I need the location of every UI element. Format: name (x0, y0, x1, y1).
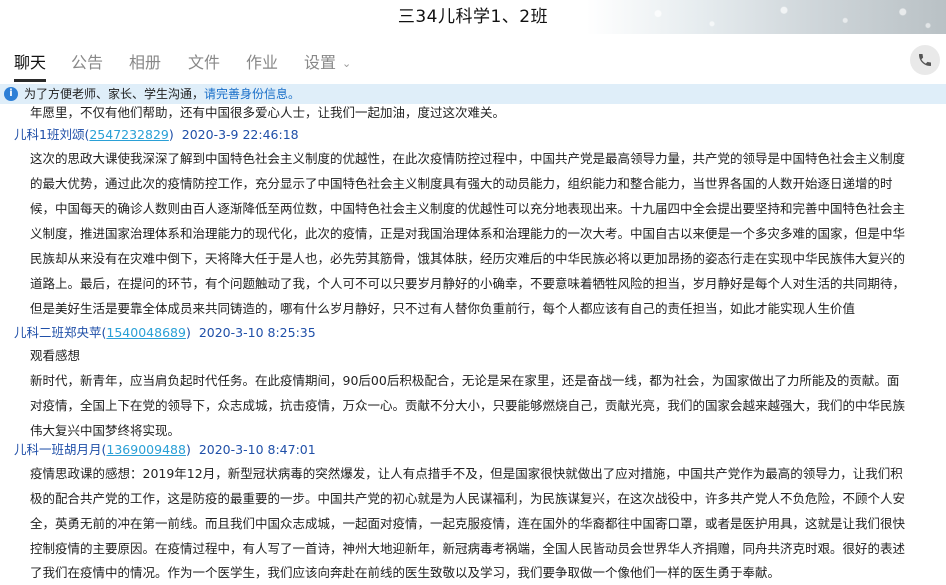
message-sender: 儿科一班胡月月(1369009488) 2020-3-10 8:47:01 (14, 442, 316, 457)
message-time: 2020-3-9 22:46:18 (181, 127, 299, 142)
message-text-line: 观看感想 (30, 348, 81, 363)
phone-icon (919, 54, 931, 66)
message-text-line: 新时代，新青年，应当肩负起时代任务。在此疫情期间，90后00后积极配合，无论是呆… (30, 373, 900, 388)
message-time: 2020-3-10 8:25:35 (198, 325, 316, 340)
tab-bar: 聊天 公告 相册 文件 作业 设置 ⌄ (0, 34, 946, 84)
message-sender: 儿科二班郑央苹(1540048689) 2020-3-10 8:25:35 (14, 325, 316, 340)
sender-qq-link[interactable]: 1540048689 (106, 325, 186, 340)
message-text-line: 控制疫情的主要原因。在疫情过程中，有人写了一首诗，神州大地迎新年，新冠病毒考祸端… (30, 541, 906, 556)
tab-label: 公告 (71, 53, 104, 72)
message-text-line: 候，中国每天的确诊人数则由百人逐渐降低至两位数，中国特色社会主义制度的优越性可以… (30, 201, 906, 216)
message-text-line: 了我们在疫情中的情况。作为一个医学生，我们应该向奔赴在前线的医生致敬以及学习，我… (30, 565, 781, 580)
window-title: 三34儿科学1、2班 (397, 7, 549, 27)
title-bar-decoration (586, 0, 946, 34)
identity-notice-bar: i 为了方便老师、家长、学生沟通，请完善身份信息。 (0, 84, 946, 104)
sender-name[interactable]: 儿科二班郑央苹 (14, 325, 102, 340)
tab-homework[interactable]: 作业 (246, 52, 278, 80)
tab-label: 设置 (304, 53, 337, 72)
info-icon: i (4, 87, 18, 101)
message-text-line: 道路上。最后，在提问的环节，有个问题触动了我，个人可不可以只要岁月静好的小确幸，… (30, 276, 906, 291)
message-sender: 儿科1班刘颂(2547232829) 2020-3-9 22:46:18 (14, 127, 299, 142)
chevron-down-icon: ⌄ (342, 56, 352, 70)
message-text-line: 全，英勇无前的冲在第一前线。而且我们中国众志成城，一起面对疫情，一起克服疫情，连… (30, 516, 906, 531)
chat-message-list[interactable]: 年愿里，不仅有他们帮助，还有中国很多爱心人士，让我们一起加油，度过这次难关。 儿… (0, 104, 946, 585)
message-text-line: 对疫情，全国上下在党的领导下，众志成城，抗击疫情，万众一心。贡献不分大小，只要能… (30, 398, 906, 413)
sender-qq-link[interactable]: 1369009488 (106, 442, 186, 457)
tab-album[interactable]: 相册 (129, 52, 161, 80)
tab-settings[interactable]: 设置 ⌄ (304, 52, 351, 80)
tab-chat[interactable]: 聊天 (14, 52, 47, 82)
message-text-line: 的最大优势，通过此次的疫情防控工作，充分显示了中国特色社会主义制度具有强大的动员… (30, 176, 893, 191)
tab-announcements[interactable]: 公告 (71, 52, 103, 80)
message-text-line: 伟大复兴中国梦终将实现。 (30, 423, 181, 438)
tab-label: 文件 (188, 53, 221, 72)
message-text-line: 但是美好生活是要靠全体成员来共同铸造的，哪有什么岁月静好，只不过有人替你负重前行… (30, 301, 856, 316)
message-text-line: 义制度，推进国家治理体系和治理能力的现代化，此次的疫情，正是对我国治理体系和治理… (30, 226, 906, 241)
message-text-line: 疫情思政课的感想：2019年12月，新型冠状病毒的突然爆发，让人有点措手不及，但… (30, 466, 903, 481)
sender-name[interactable]: 儿科一班胡月月 (14, 442, 102, 457)
notice-text: 为了方便老师、家长、学生沟通， (24, 87, 205, 101)
sender-name[interactable]: 儿科1班刘颂 (14, 127, 84, 142)
tab-label: 作业 (246, 53, 279, 72)
message-time: 2020-3-10 8:47:01 (198, 442, 316, 457)
message-text-line: 极的配合共产党的工作，这是防疫的最重要的一步。中国共产党的初心就是为人民谋福利，… (30, 491, 906, 506)
message-text-line: 这次的思政大课使我深深了解到中国特色社会主义制度的优越性，在此次疫情防控过程中，… (30, 151, 906, 166)
tab-files[interactable]: 文件 (188, 52, 220, 80)
sender-qq-link[interactable]: 2547232829 (89, 127, 169, 142)
title-bar: 三34儿科学1、2班 (0, 0, 946, 34)
complete-identity-link[interactable]: 请完善身份信息。 (204, 87, 300, 101)
phone-call-button[interactable] (910, 45, 940, 75)
tab-label: 相册 (129, 53, 162, 72)
message-text-line: 年愿里，不仅有他们帮助，还有中国很多爱心人士，让我们一起加油，度过这次难关。 (30, 105, 506, 120)
tab-label: 聊天 (14, 53, 47, 72)
message-text-line: 民族却从来没有在灾难中倒下，天将降大任于是人也，必先劳其筋骨，饿其体肤，经历灾难… (30, 251, 906, 266)
